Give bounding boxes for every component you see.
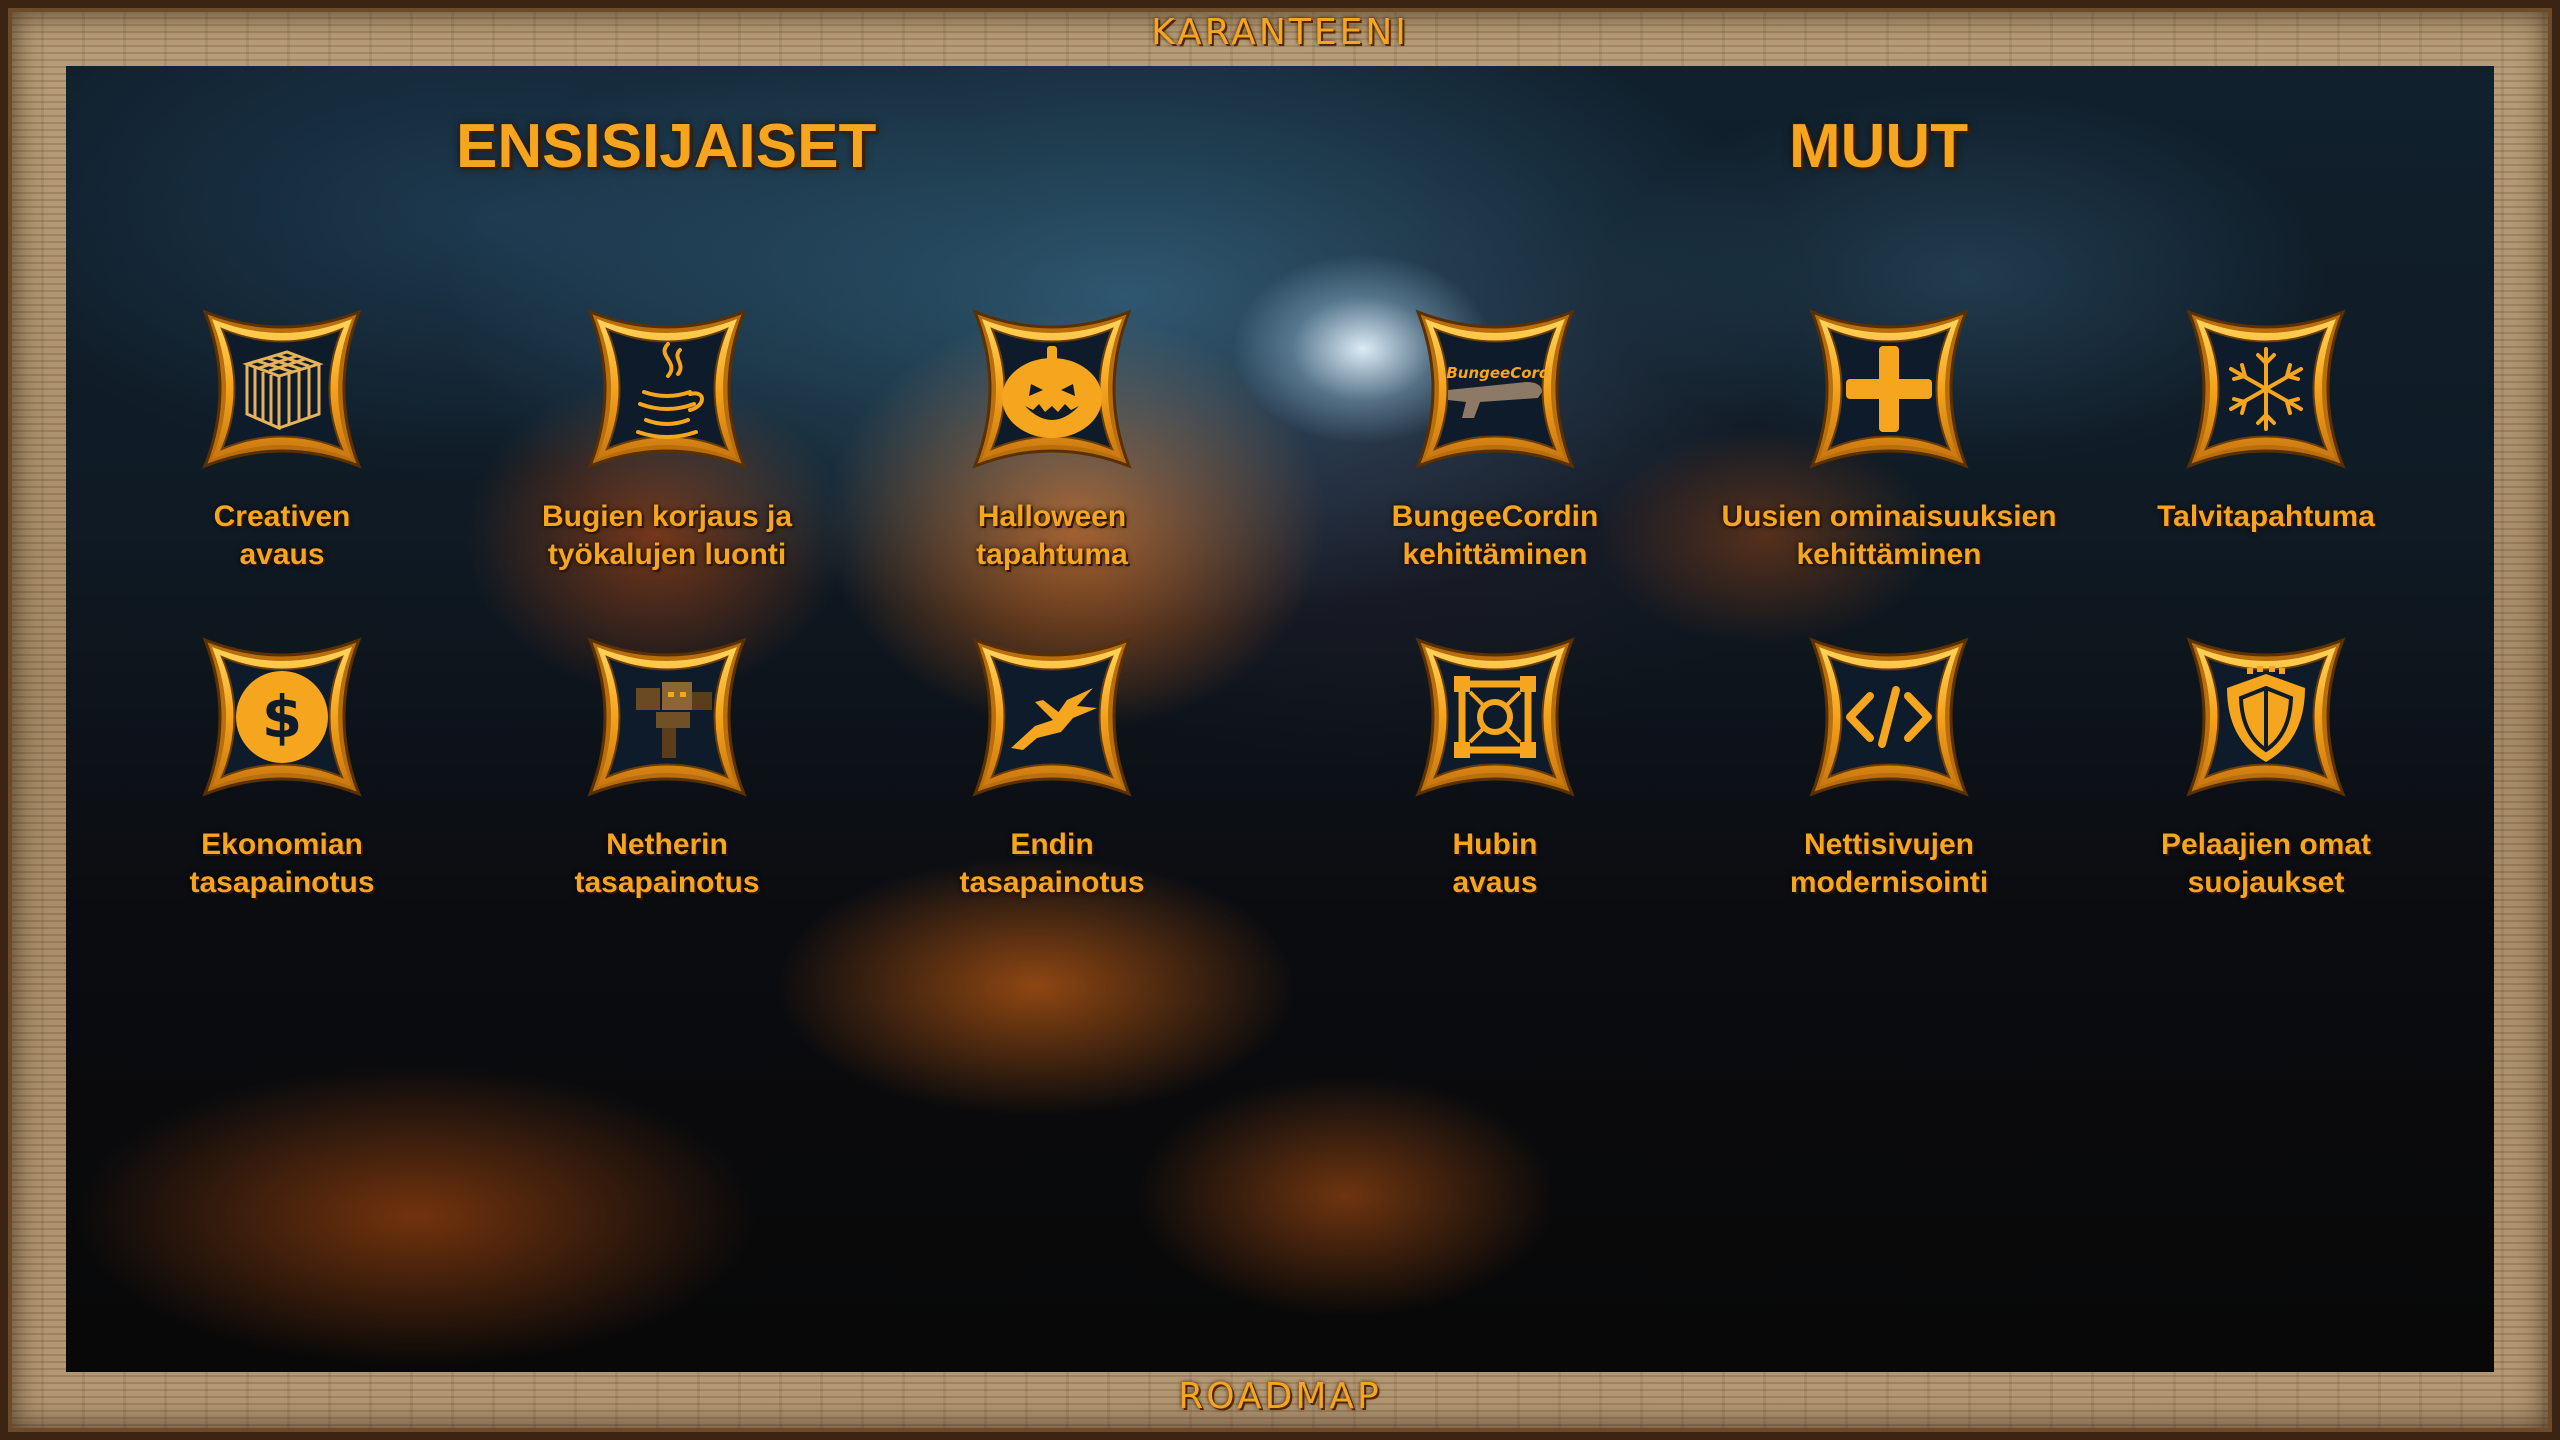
roadmap-item-winter-event[interactable]: Talvitapahtuma (2096, 302, 2436, 536)
svg-text:$: $ (262, 683, 302, 751)
item-label: Ekonomian tasapainotus (189, 828, 375, 899)
frame-bottom-title: ROADMAP (1178, 1376, 1382, 1417)
java-cup-icon (580, 302, 754, 476)
wither-icon (580, 630, 754, 804)
item-label: Halloween tapahtuma (976, 500, 1128, 571)
roadmap-item-player-protection[interactable]: Pelaajien omat suojaukset (2096, 630, 2436, 902)
roadmap-item-end[interactable]: Endin tasapainotus (882, 630, 1222, 902)
item-label: BungeeCordin kehittäminen (1391, 500, 1599, 571)
section-title-other: MUUT (1789, 112, 1969, 181)
roadmap-item-new-features[interactable]: Uusien ominaisuuksien kehittäminen (1719, 302, 2059, 574)
item-label: Talvitapahtuma (2157, 500, 2375, 533)
plus-icon (1802, 302, 1976, 476)
frame-top-title: KARANTEENI (1151, 12, 1409, 53)
roadmap-item-website[interactable]: Nettisivujen modernisointi (1719, 630, 2059, 902)
roadmap-item-creative[interactable]: Creativen avaus (112, 302, 452, 574)
section-title-primary: ENSISIJAISET (456, 112, 877, 181)
item-label: Pelaajien omat suojaukset (2160, 828, 2372, 899)
item-label: Endin tasapainotus (959, 828, 1145, 899)
roadmap-panel: ENSISIJAISET MUUT Creativen avaus Bugien… (66, 66, 2494, 1372)
roadmap-item-economy[interactable]: $ Ekonomian tasapainotus (112, 630, 452, 902)
snowflake-icon (2179, 302, 2353, 476)
item-label: Bugien korjaus ja työkalujen luonti (541, 500, 793, 571)
roadmap-item-bugfix[interactable]: Bugien korjaus ja työkalujen luonti (497, 302, 837, 574)
roadmap-item-nether[interactable]: Netherin tasapainotus (497, 630, 837, 902)
dollar-coin-icon: $ (195, 630, 369, 804)
code-icon (1802, 630, 1976, 804)
roadmap-item-halloween[interactable]: Halloween tapahtuma (882, 302, 1222, 574)
ender-dragon-icon (965, 630, 1139, 804)
creative-block-icon (195, 302, 369, 476)
item-label: Uusien ominaisuuksien kehittäminen (1721, 500, 2057, 571)
item-label: Hubin avaus (1452, 828, 1538, 899)
roadmap-item-hub[interactable]: Hubin avaus (1325, 630, 1665, 902)
item-label: Creativen avaus (213, 500, 351, 571)
svg-text:BungeeCord: BungeeCord (1446, 364, 1550, 382)
wooden-frame: KARANTEENI ENSISIJAISET MUUT Creativen av… (0, 0, 2560, 1440)
hub-frame-icon (1408, 630, 1582, 804)
roadmap-item-bungeecord[interactable]: BungeeCord BungeeCordin kehittäminen (1325, 302, 1665, 574)
pumpkin-icon (965, 302, 1139, 476)
item-label: Netherin tasapainotus (574, 828, 760, 899)
bungeecord-icon: BungeeCord (1408, 302, 1582, 476)
shield-icon (2179, 630, 2353, 804)
item-label: Nettisivujen modernisointi (1789, 828, 1989, 899)
